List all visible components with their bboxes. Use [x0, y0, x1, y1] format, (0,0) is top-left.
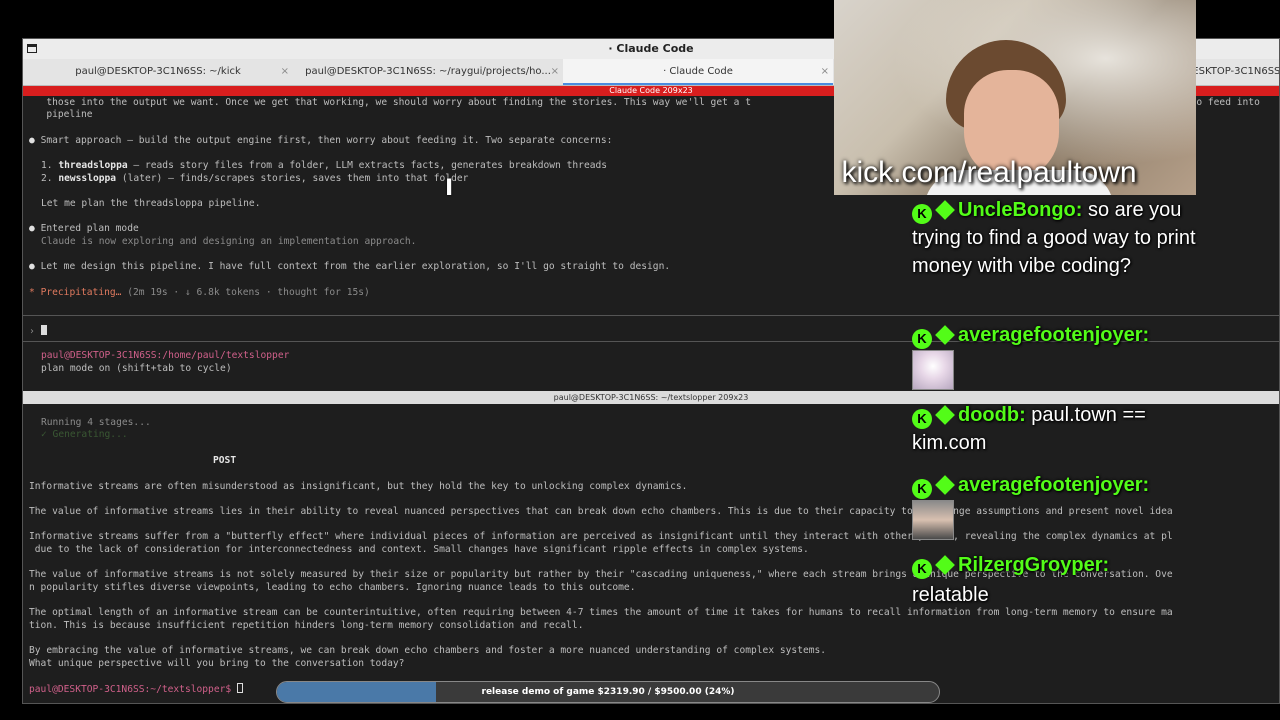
post-heading: POST — [213, 455, 237, 466]
status-plan-mode: ● Entered plan mode — [29, 223, 139, 234]
tab-claude-code[interactable]: · Claude Code × — [563, 59, 833, 85]
paragraph: Informative streams suffer from a "butte… — [29, 531, 1173, 542]
paragraph: Informative streams are often misunderst… — [29, 481, 688, 492]
paragraph: due to the lack of consideration for int… — [29, 544, 809, 555]
chat-username: UncleBongo: — [958, 199, 1083, 221]
line-pipeline: pipeline — [29, 109, 93, 120]
close-icon[interactable]: × — [821, 59, 829, 83]
chat-text: relatable — [912, 584, 989, 606]
chat-username: RilzergGroyper: — [958, 554, 1110, 576]
shell-prompt[interactable]: paul@DESKTOP-3C1N6SS:~/textslopper$ — [29, 683, 243, 697]
list-item: 2. newssloppa (later) — finds/scrapes st… — [41, 173, 469, 184]
list-item: 1. threadsloppa — reads story files from… — [41, 160, 608, 171]
tab-kick[interactable]: paul@DESKTOP-3C1N6SS: ~/kick × — [23, 59, 293, 85]
kick-badge-icon: K — [912, 409, 932, 429]
text-cursor — [40, 325, 47, 335]
line-continuation: those into the output we want. Once we g… — [29, 97, 1260, 108]
kick-url: kick.com/realpaultown — [841, 156, 1137, 189]
window-title: · Claude Code — [608, 42, 694, 55]
chat-emote-image — [912, 500, 954, 540]
chat-username: averagefootenjoyer: — [958, 474, 1150, 496]
paragraph: n popularity stifles diverse viewpoints,… — [29, 582, 636, 593]
text-cursor — [236, 683, 243, 693]
kick-badge-icon: K — [912, 559, 932, 579]
paragraph: The value of informative streams lies in… — [29, 506, 1173, 517]
line-plan: Let me plan the threadsloppa pipeline. — [41, 198, 261, 209]
paragraph: tion. This is because insufficient repet… — [29, 620, 584, 631]
message-design: ● Let me design this pipeline. I have fu… — [29, 261, 671, 272]
spinner-status: * Precipitating… (2m 19s · ↓ 6.8k tokens… — [29, 287, 370, 298]
kick-badge-icon: K — [912, 329, 932, 349]
message-smart-approach: ● Smart approach — build the output engi… — [29, 135, 613, 146]
chat-message: Kaveragefootenjoyer: — [912, 471, 1212, 499]
paragraph: What unique perspective will you bring t… — [29, 658, 405, 669]
close-icon[interactable]: × — [281, 59, 289, 85]
bullet-icon: ● — [29, 223, 35, 234]
bullet-icon: ● — [29, 135, 35, 146]
chat-username: averagefootenjoyer: — [958, 324, 1150, 346]
plan-mode-hint: plan mode on (shift+tab to cycle) — [41, 363, 232, 374]
kick-badge-icon: K — [912, 204, 932, 224]
progress-label: release demo of game $2319.90 / $9500.00… — [481, 687, 735, 697]
status-done: ✓ Generating... — [41, 429, 128, 440]
close-icon[interactable]: × — [551, 59, 559, 85]
diamond-icon — [935, 405, 955, 425]
diamond-icon — [935, 475, 955, 495]
tab-raygui[interactable]: paul@DESKTOP-3C1N6SS: ~/raygui/projects/… — [293, 59, 563, 85]
mouse-ibeam-cursor: I — [445, 176, 454, 201]
chat-username: doodb: — [958, 404, 1026, 426]
tab-label: paul@DESKTOP-3C1N6SS: ~/kick — [75, 66, 241, 77]
status-detail: Claude is now exploring and designing an… — [41, 236, 417, 247]
diamond-icon — [935, 555, 955, 575]
chat-message: K UncleBongo: so are you trying to find a… — [912, 196, 1212, 280]
prompt-input[interactable]: › — [29, 325, 47, 339]
paragraph: By embracing the value of informative st… — [29, 645, 827, 656]
cwd-path: paul@DESKTOP-3C1N6SS:/home/paul/textslop… — [41, 350, 290, 361]
tab-label: · Claude Code — [663, 66, 733, 77]
chat-emote-image — [912, 350, 954, 390]
diamond-icon — [935, 325, 955, 345]
chat-message: K RilzergGroyper: — [912, 551, 1212, 579]
bullet-icon: ● — [29, 261, 35, 272]
status-running: Running 4 stages... — [41, 417, 151, 428]
donation-progress-bar: release demo of game $2319.90 / $9500.00… — [276, 681, 940, 703]
chat-message: Kdoodb: paul.town == kim.com — [912, 401, 1212, 457]
kick-badge-icon: K — [912, 479, 932, 499]
tab-label: paul@DESKTOP-3C1N6SS: ~/raygui/projects/… — [305, 66, 551, 77]
chat-message: Kaveragefootenjoyer: — [912, 321, 1212, 349]
diamond-icon — [935, 200, 955, 220]
divider — [23, 315, 1279, 316]
window-menu-icon[interactable] — [27, 44, 37, 53]
